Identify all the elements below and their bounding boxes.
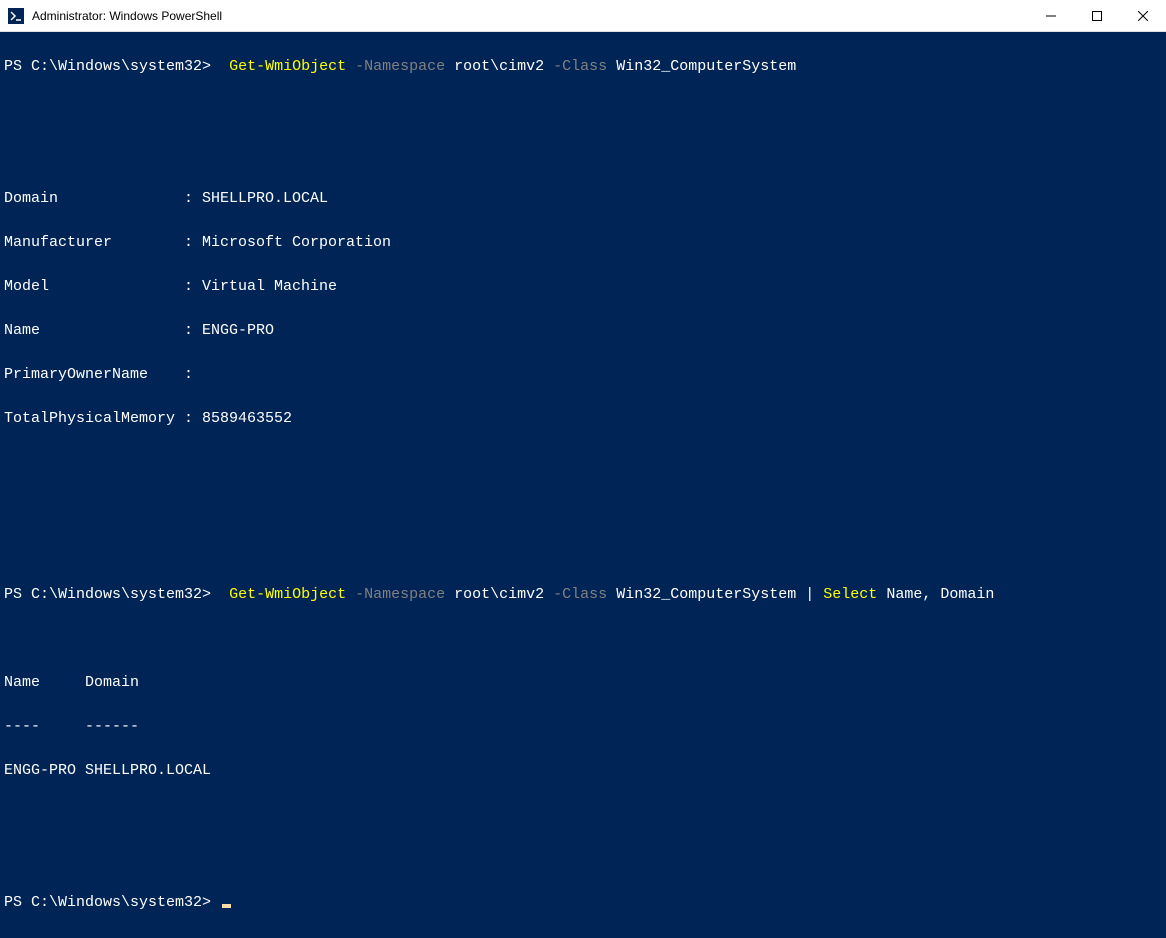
maximize-button[interactable] [1074, 0, 1120, 32]
current-prompt-line: PS C:\Windows\system32> [4, 892, 1162, 914]
cmdlet-select: Select [823, 586, 877, 603]
output-line: TotalPhysicalMemory : 8589463552 [4, 408, 1162, 430]
param-class: -Class [553, 586, 607, 603]
arg-namespace: root\cimv2 [454, 586, 544, 603]
param-namespace: -Namespace [355, 586, 445, 603]
table-header: Name Domain [4, 672, 1162, 694]
arg-class: Win32_ComputerSystem [616, 586, 796, 603]
arg-namespace: root\cimv2 [454, 58, 544, 75]
output-line: Domain : SHELLPRO.LOCAL [4, 188, 1162, 210]
prompt: PS C:\Windows\system32> [4, 586, 211, 603]
blank-line [4, 628, 1162, 650]
titlebar: Administrator: Windows PowerShell [0, 0, 1166, 32]
cursor [222, 904, 231, 908]
table-row: ENGG-PRO SHELLPRO.LOCAL [4, 760, 1162, 782]
minimize-button[interactable] [1028, 0, 1074, 32]
table-divider: ---- ------ [4, 716, 1162, 738]
blank-line [4, 100, 1162, 122]
output-line: Name : ENGG-PRO [4, 320, 1162, 342]
prompt: PS C:\Windows\system32> [4, 58, 211, 75]
blank-line [4, 452, 1162, 474]
blank-line [4, 804, 1162, 826]
close-button[interactable] [1120, 0, 1166, 32]
comma: , [922, 586, 931, 603]
arg-name: Name [886, 586, 922, 603]
param-class: -Class [553, 58, 607, 75]
blank-line [4, 496, 1162, 518]
blank-line [4, 144, 1162, 166]
blank-line [4, 848, 1162, 870]
cmdlet: Get-WmiObject [229, 58, 346, 75]
arg-class: Win32_ComputerSystem [616, 58, 796, 75]
blank-line [4, 540, 1162, 562]
window-controls [1028, 0, 1166, 32]
param-namespace: -Namespace [355, 58, 445, 75]
cmdlet: Get-WmiObject [229, 586, 346, 603]
command-line-2: PS C:\Windows\system32> Get-WmiObject -N… [4, 584, 1162, 606]
output-line: Model : Virtual Machine [4, 276, 1162, 298]
output-line: PrimaryOwnerName : [4, 364, 1162, 386]
prompt: PS C:\Windows\system32> [4, 894, 211, 911]
terminal-area[interactable]: PS C:\Windows\system32> Get-WmiObject -N… [0, 32, 1166, 938]
output-line: Manufacturer : Microsoft Corporation [4, 232, 1162, 254]
powershell-icon [8, 8, 24, 24]
titlebar-left: Administrator: Windows PowerShell [8, 8, 222, 24]
arg-domain: Domain [940, 586, 994, 603]
command-line-1: PS C:\Windows\system32> Get-WmiObject -N… [4, 56, 1162, 78]
pipe-operator: | [805, 586, 814, 603]
window-title: Administrator: Windows PowerShell [32, 9, 222, 23]
